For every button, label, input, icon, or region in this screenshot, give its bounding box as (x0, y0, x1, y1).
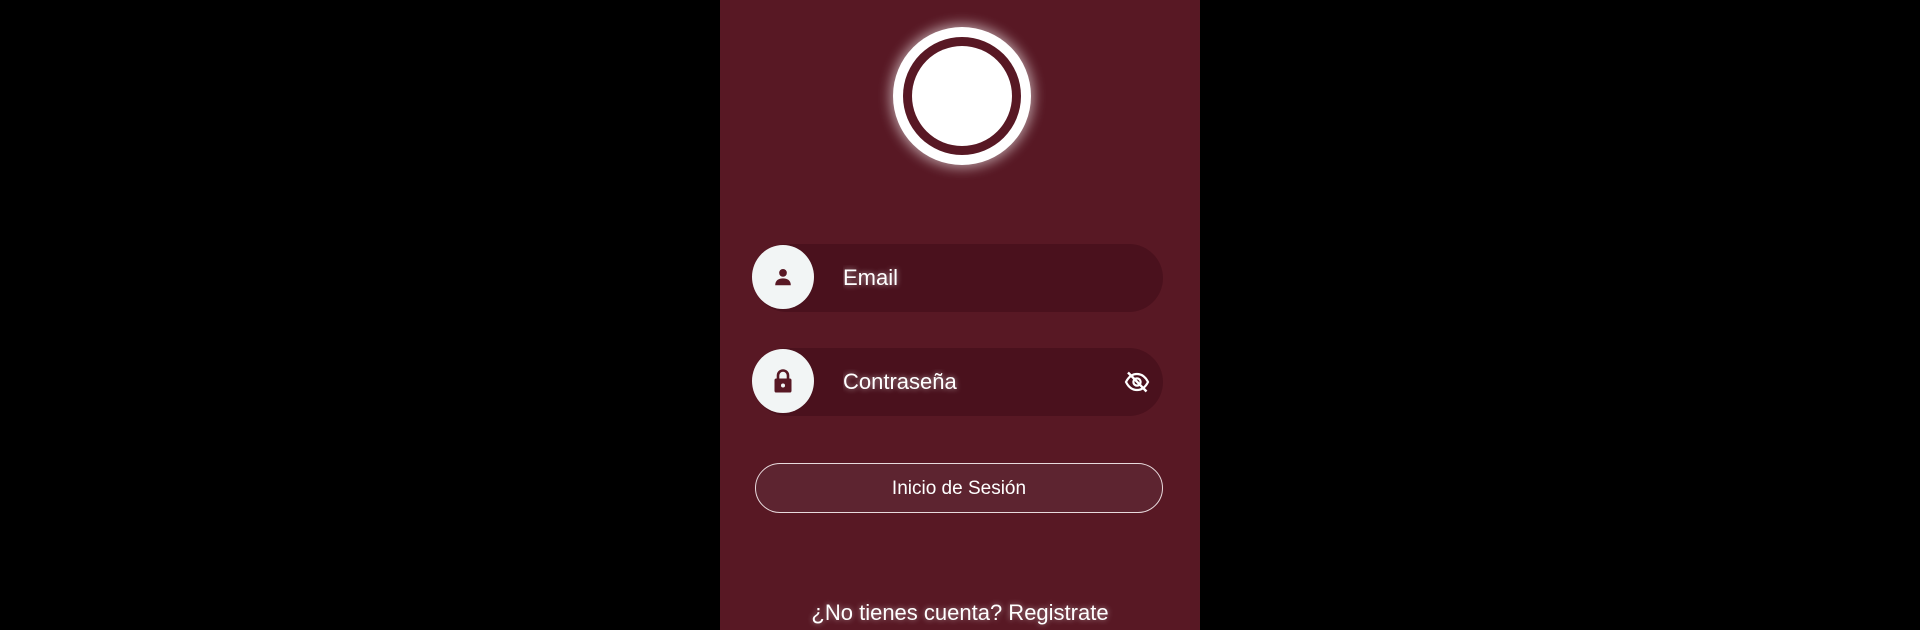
app-logo (893, 27, 1031, 165)
lock-icon (752, 349, 814, 413)
email-field-container (752, 244, 1163, 312)
password-field-container (752, 348, 1163, 416)
logo-inner-disc (912, 46, 1012, 146)
signup-link[interactable]: ¿No tienes cuenta? Registrate (720, 600, 1200, 626)
eye-off-icon[interactable] (1123, 369, 1151, 395)
email-input[interactable] (843, 244, 1103, 312)
login-button[interactable]: Inicio de Sesión (755, 463, 1163, 513)
person-icon (752, 245, 814, 309)
password-input[interactable] (843, 348, 1103, 416)
login-screen: Inicio de Sesión ¿No tienes cuenta? Regi… (720, 0, 1200, 630)
